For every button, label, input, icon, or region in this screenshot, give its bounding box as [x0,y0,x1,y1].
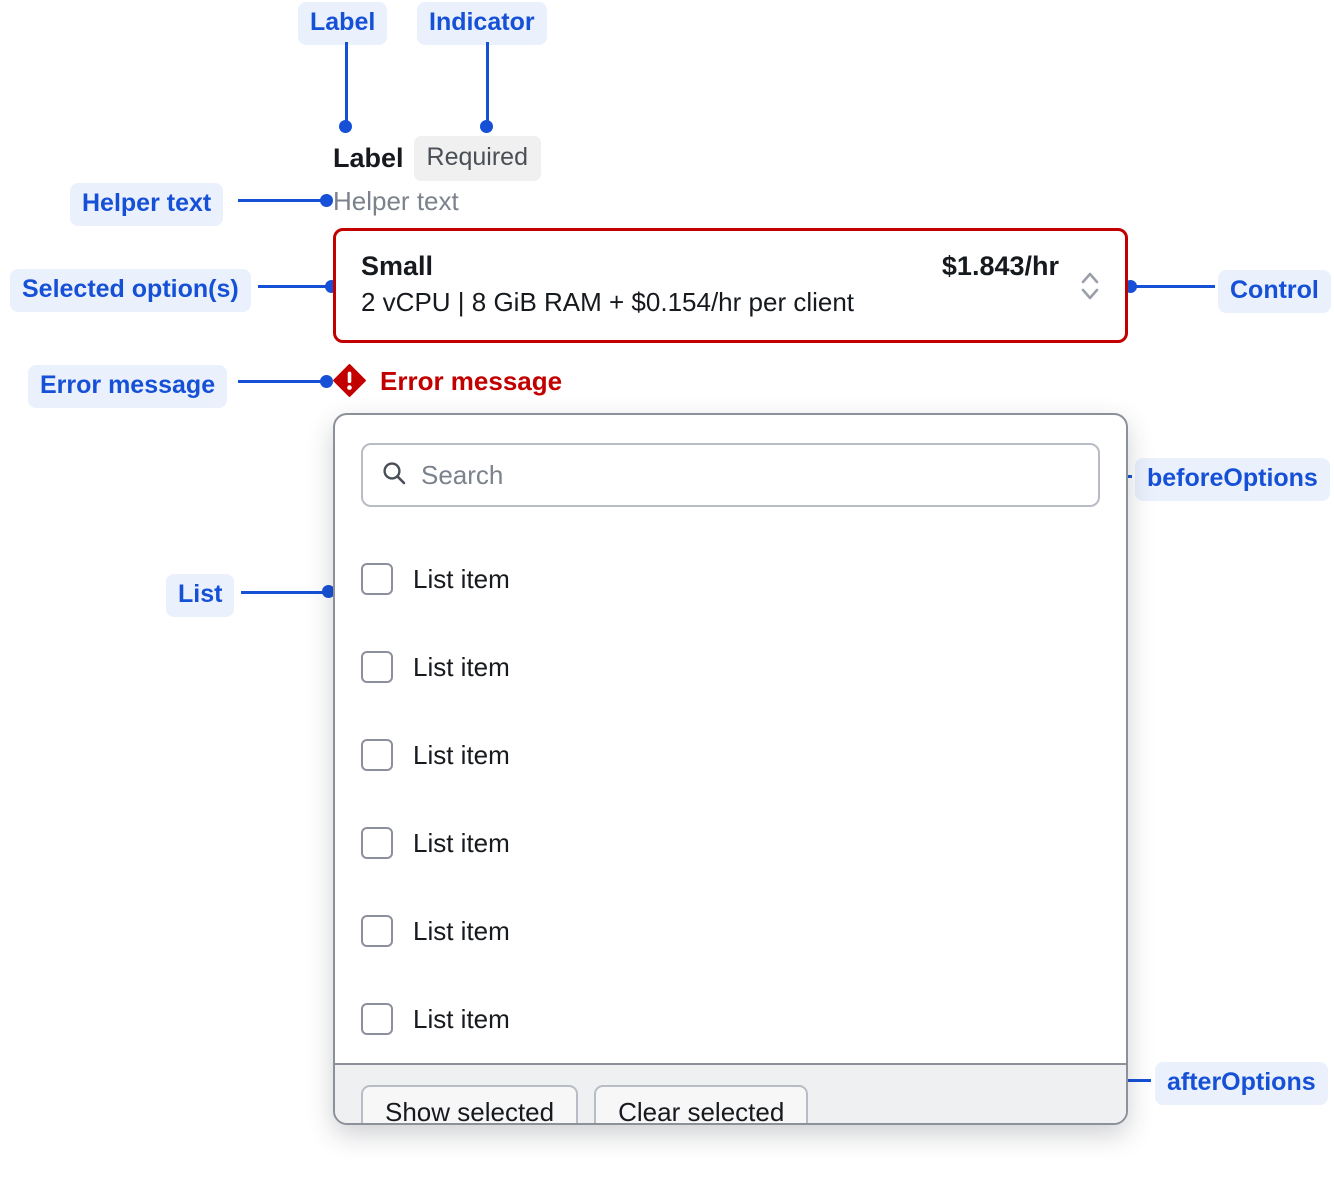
before-options-region [335,415,1126,517]
search-box[interactable] [361,443,1100,507]
annotation-list: List [166,574,234,617]
list-item-label: List item [413,654,510,680]
select-control[interactable]: Small $1.843/hr 2 vCPU | 8 GiB RAM + $0.… [333,228,1128,343]
show-selected-button[interactable]: Show selected [361,1085,578,1125]
error-diamond-icon [333,364,366,397]
leader-line-list [241,591,327,594]
annotation-after-options: afterOptions [1155,1062,1328,1105]
helper-text: Helper text [333,188,459,214]
component-anatomy-diagram: Label Indicator Label Required Helper te… [0,0,1334,1196]
selected-option-title: Small [361,251,433,283]
annotation-before-options: beforeOptions [1135,458,1330,501]
list-item-label: List item [413,1006,510,1032]
annotation-indicator: Indicator [417,2,547,45]
error-message-text: Error message [380,368,562,394]
required-indicator-badge: Required [414,136,541,181]
list-item[interactable]: List item [361,799,1100,887]
checkbox-icon[interactable] [361,1003,393,1035]
selected-option-primary-row: Small $1.843/hr [361,251,1059,283]
leader-dot-error-message [320,375,333,388]
checkbox-icon[interactable] [361,651,393,683]
search-icon [381,460,407,491]
annotation-label: Label [298,2,387,45]
list-item[interactable]: List item [361,711,1100,799]
clear-selected-button[interactable]: Clear selected [594,1085,808,1125]
list-item-label: List item [413,566,510,592]
chevron-up-down-icon[interactable] [1077,265,1103,307]
leader-line-indicator [486,42,489,128]
selected-option-detail: 2 vCPU | 8 GiB RAM + $0.154/hr per clien… [361,285,1059,320]
error-message-row: Error message [333,364,562,397]
list-item[interactable]: List item [361,975,1100,1063]
search-input[interactable] [421,460,1080,491]
list-item[interactable]: List item [361,535,1100,623]
list-item-label: List item [413,918,510,944]
leader-line-selected-options [258,285,328,288]
annotation-helper-text: Helper text [70,183,223,226]
after-options-region: Show selected Clear selected [335,1063,1126,1125]
list-item[interactable]: List item [361,623,1100,711]
list-item-label: List item [413,742,510,768]
leader-line-helper-text [238,199,324,202]
annotation-error-message: Error message [28,365,227,408]
checkbox-icon[interactable] [361,827,393,859]
options-list: List item List item List item List item … [335,517,1126,1063]
selected-option-price: $1.843/hr [942,251,1059,283]
checkbox-icon[interactable] [361,739,393,771]
checkbox-icon[interactable] [361,915,393,947]
leader-dot-indicator [480,120,493,133]
leader-line-control [1133,285,1215,288]
field-label-row: Label Required [333,136,541,181]
page-title: Label [333,145,404,172]
leader-line-label [345,42,348,128]
list-item-label: List item [413,830,510,856]
selected-option-summary: Small $1.843/hr 2 vCPU | 8 GiB RAM + $0.… [361,251,1059,321]
annotation-selected-options: Selected option(s) [10,269,251,312]
leader-dot-label [339,120,352,133]
leader-line-error-message [238,380,324,383]
annotation-control: Control [1218,270,1331,313]
leader-dot-helper-text [320,194,333,207]
list-item[interactable]: List item [361,887,1100,975]
dropdown-panel: List item List item List item List item … [333,413,1128,1125]
checkbox-icon[interactable] [361,563,393,595]
